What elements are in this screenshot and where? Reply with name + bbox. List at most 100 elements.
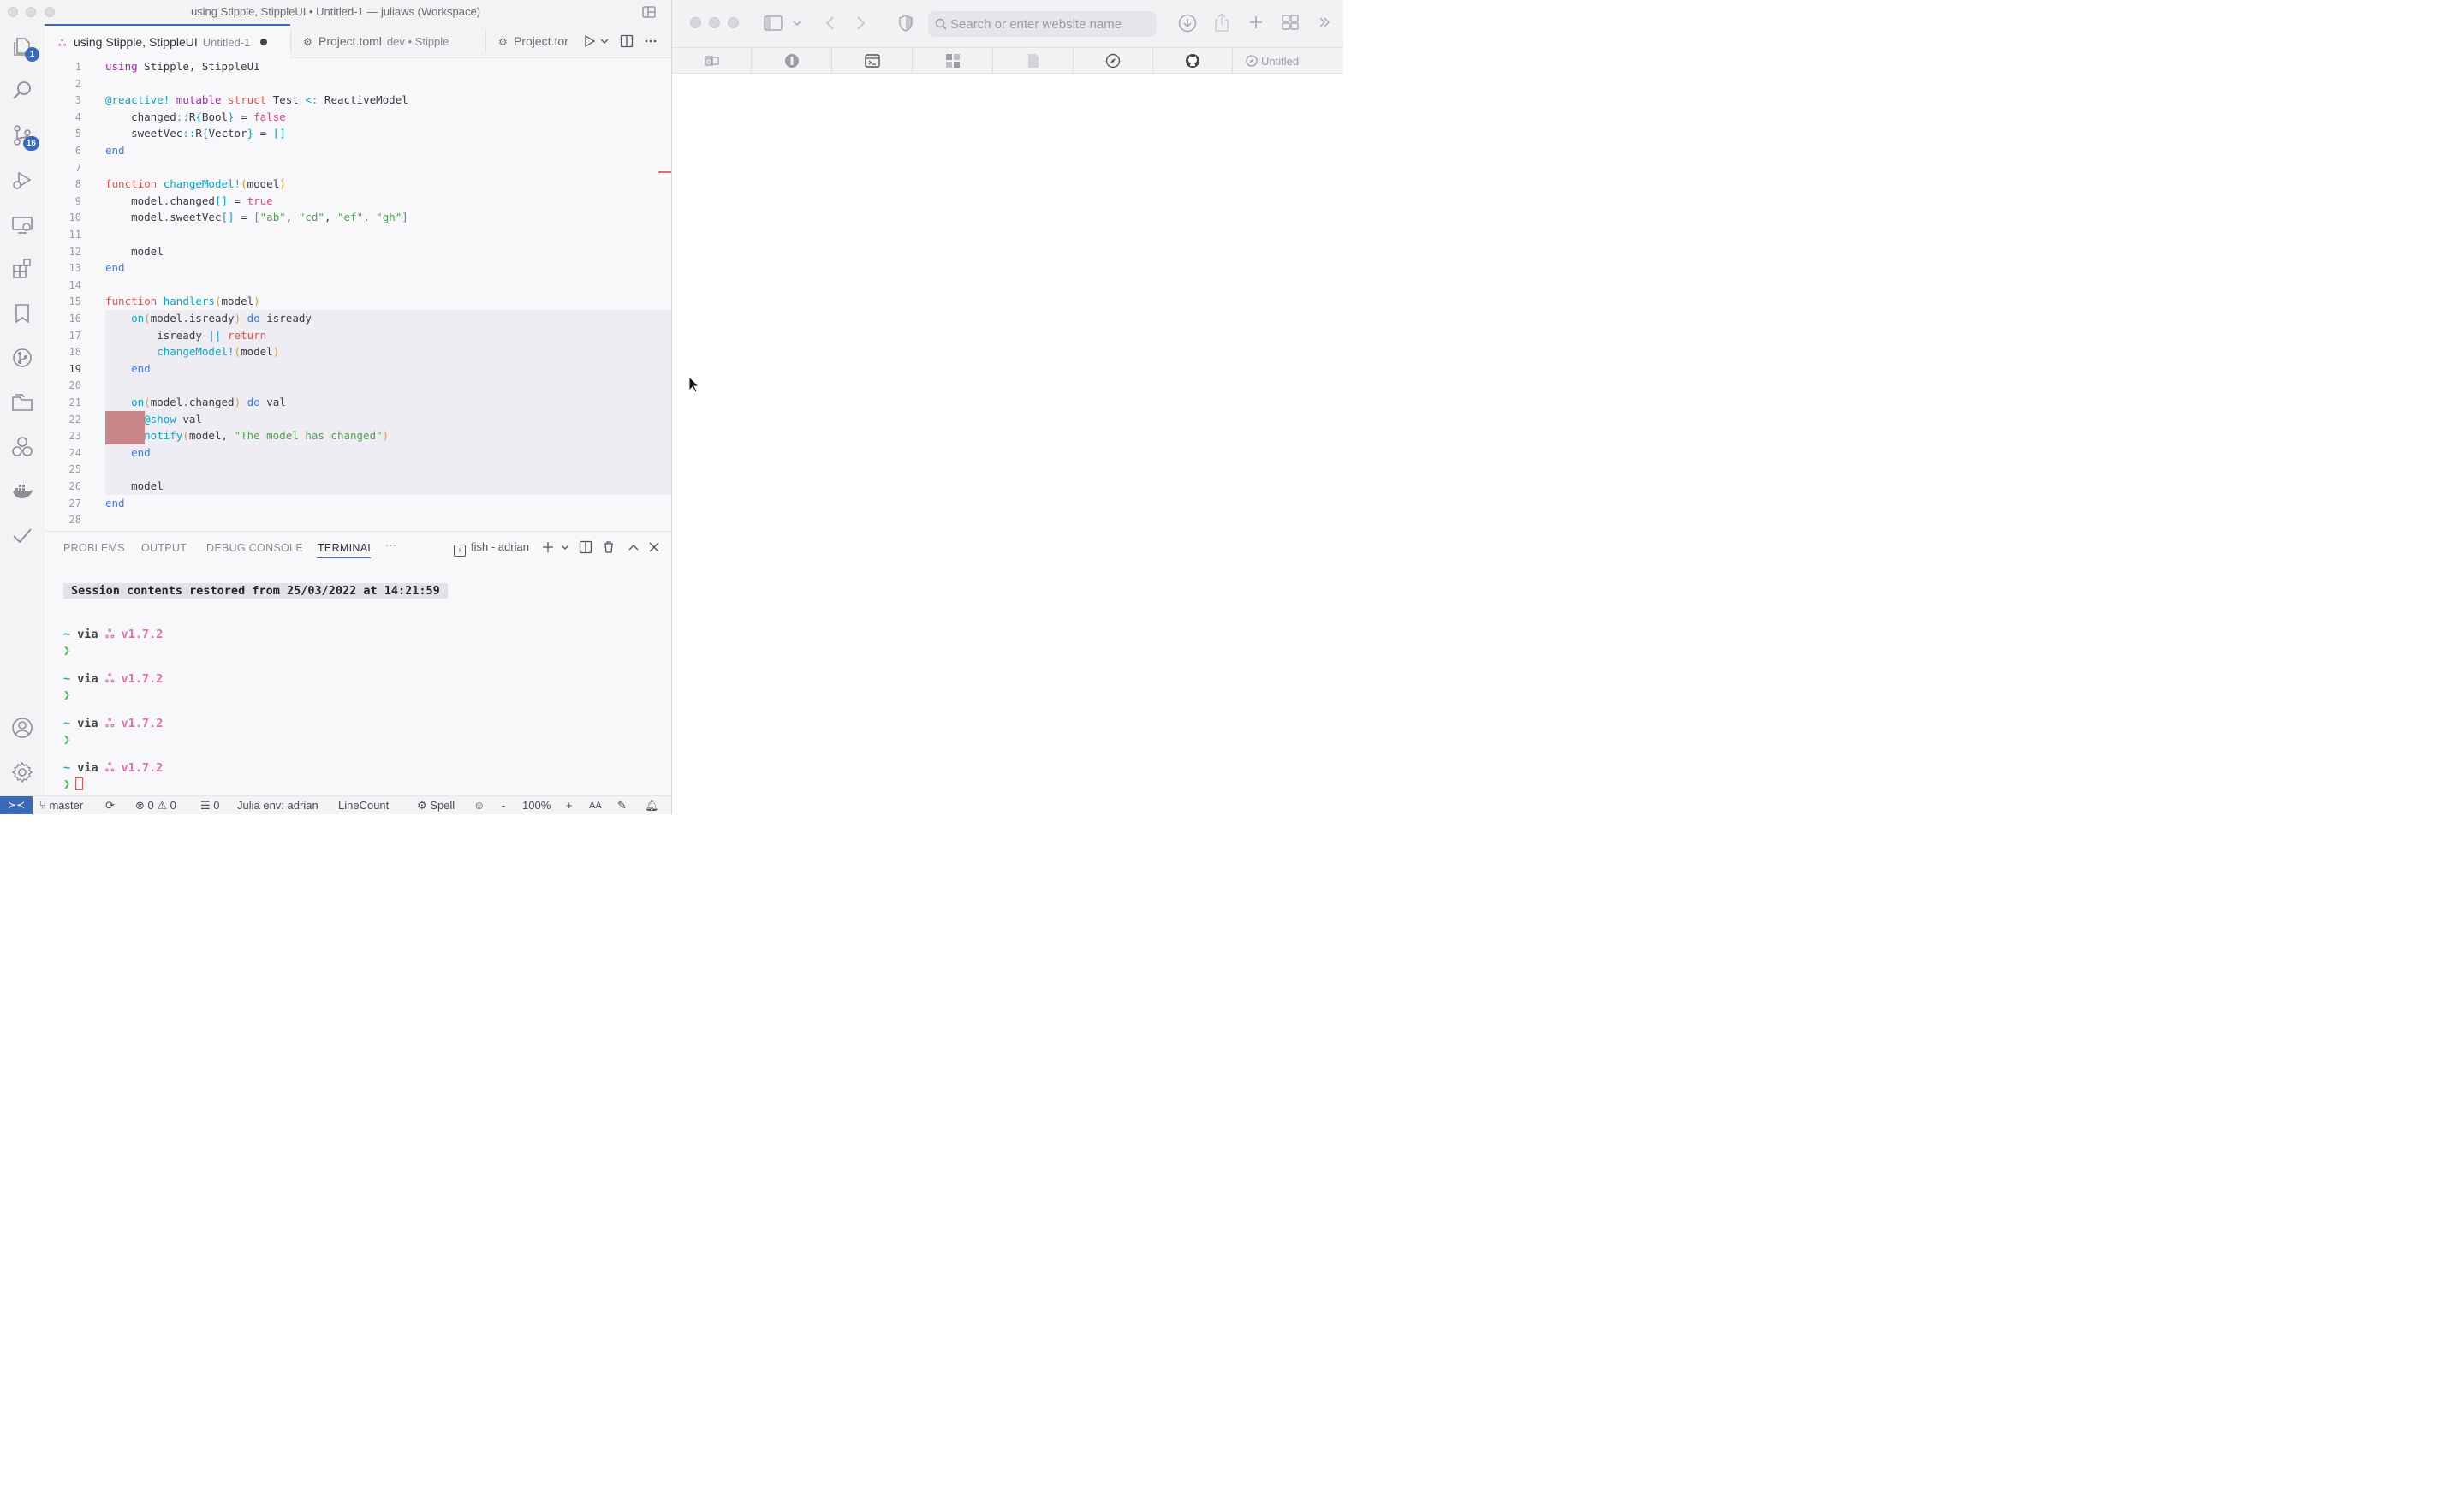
problems-indicator[interactable]: ⊗ 0 ⚠ 0 <box>135 799 176 813</box>
code-line[interactable]: 5 sweetVec::R{Vector} = [] <box>45 126 671 143</box>
tab-output[interactable]: OUTPUT <box>141 542 187 554</box>
forward-icon[interactable] <box>856 15 866 31</box>
favorite-untitled[interactable]: Untitled <box>1233 48 1343 74</box>
julia-icon[interactable] <box>10 435 34 459</box>
favorite-grid-app[interactable] <box>913 48 993 74</box>
run-debug-icon[interactable] <box>10 168 34 192</box>
code-line[interactable]: 23 notify(model, "The model has changed"… <box>45 428 671 445</box>
line-count[interactable]: LineCount <box>338 799 389 812</box>
code-line[interactable]: 22 @show val <box>45 412 671 429</box>
close-panel-icon[interactable] <box>647 540 661 554</box>
code-line[interactable]: 11 <box>45 227 671 244</box>
code-line[interactable]: 3 @reactive! mutable struct Test <: React… <box>45 92 671 110</box>
minimize-window-button[interactable] <box>709 17 720 28</box>
tab-problems[interactable]: PROBLEMS <box>63 542 125 554</box>
code-line[interactable]: 20 <box>45 378 671 395</box>
code-line[interactable]: 15 function handlers(model) <box>45 294 671 311</box>
zoom-out-button[interactable]: - <box>502 799 505 812</box>
terminal-selector[interactable]: › fish - adrian <box>454 540 529 557</box>
feedback-icon[interactable]: ✎ <box>617 799 627 813</box>
branch-indicator[interactable]: ⑂ master <box>39 799 83 812</box>
split-terminal-icon[interactable] <box>579 540 592 554</box>
downloads-icon[interactable] <box>1178 14 1197 33</box>
favorite-console[interactable] <box>832 48 913 74</box>
search-icon[interactable] <box>10 79 34 103</box>
trash-icon[interactable] <box>602 540 616 554</box>
close-window-button[interactable] <box>690 17 701 28</box>
chevron-down-icon[interactable] <box>558 540 569 554</box>
code-line[interactable]: 9 model.changed[] = true <box>45 194 671 211</box>
zoom-in-button[interactable]: + <box>566 799 573 812</box>
code-line[interactable]: 1 using Stipple, StippleUI <box>45 59 671 76</box>
share-icon[interactable] <box>1214 13 1229 32</box>
code-line[interactable]: 12 model <box>45 244 671 261</box>
code-line[interactable]: 6 end <box>45 143 671 160</box>
new-terminal-icon[interactable] <box>541 540 555 554</box>
settings-gear-icon[interactable] <box>10 760 34 784</box>
chevron-down-icon[interactable] <box>793 19 801 27</box>
code-line[interactable]: 26 model <box>45 479 671 496</box>
unsaved-dot-icon[interactable] <box>260 39 268 45</box>
favorite-outlook[interactable]: O <box>672 48 752 74</box>
code-editor[interactable]: 1 using Stipple, StippleUI 2 3 @reactive! mu… <box>45 58 671 529</box>
source-control-icon[interactable]: 16 <box>10 123 39 151</box>
address-input[interactable] <box>950 15 1152 33</box>
code-line[interactable]: 14 <box>45 277 671 295</box>
code-line[interactable]: 25 <box>45 462 671 479</box>
more-toolbar-icon[interactable] <box>1318 16 1330 28</box>
tab-overview-icon[interactable] <box>1282 15 1299 30</box>
privacy-shield-icon[interactable] <box>899 15 913 32</box>
code-line[interactable]: 10 model.sweetVec[] = ["ab", "cd", "ef",… <box>45 210 671 227</box>
url-bar[interactable] <box>928 11 1157 37</box>
info-indicator[interactable]: ☰ 0 <box>200 799 220 813</box>
browser-page-content[interactable] <box>672 74 1343 814</box>
code-line[interactable]: 24 end <box>45 445 671 462</box>
maximize-panel-icon[interactable] <box>627 540 640 554</box>
split-editor-icon[interactable] <box>620 34 634 48</box>
favorite-password-manager[interactable] <box>752 48 832 74</box>
code-line[interactable]: 8 function changeModel!(model) <box>45 176 671 194</box>
favorite-document[interactable] <box>993 48 1074 74</box>
more-actions-icon[interactable] <box>644 34 658 48</box>
tab-untitled-1[interactable]: ஃ using Stipple, StippleUI Untitled-1 <box>45 24 290 58</box>
panel-more-icon[interactable]: ··· <box>385 539 396 551</box>
bookmarks-icon[interactable] <box>10 301 34 325</box>
tab-project-toml[interactable]: ⚙ Project.toml dev • Stipple <box>291 24 485 58</box>
chevron-down-icon[interactable] <box>598 34 609 48</box>
notifications-bell-icon[interactable]: 🔔︎ <box>645 799 659 813</box>
new-tab-icon[interactable] <box>1248 15 1264 30</box>
code-line[interactable]: 19 end <box>45 361 671 378</box>
sync-icon[interactable]: ⟳ <box>105 799 115 813</box>
remote-indicator-icon[interactable]: ≻≺ <box>0 796 33 814</box>
remote-explorer-icon[interactable] <box>10 212 34 236</box>
extensions-icon[interactable] <box>10 257 34 281</box>
zoom-window-button[interactable] <box>728 17 739 28</box>
favorite-github[interactable] <box>1153 48 1233 74</box>
julia-env[interactable]: Julia env: adrian <box>237 799 318 812</box>
tab-terminal[interactable]: TERMINAL <box>318 542 374 554</box>
docker-icon[interactable] <box>10 479 34 503</box>
favorite-safari[interactable] <box>1074 48 1153 74</box>
accounts-icon[interactable] <box>10 716 34 740</box>
code-line[interactable]: 21 on(model.changed) do val <box>45 395 671 412</box>
back-icon[interactable] <box>824 15 835 31</box>
code-line[interactable]: 7 <box>45 160 671 177</box>
testing-icon[interactable] <box>10 524 34 548</box>
font-size-icon[interactable]: AA <box>589 801 602 811</box>
code-line[interactable]: 27 end <box>45 496 671 513</box>
code-line[interactable]: 17 isready || return <box>45 328 671 345</box>
code-line[interactable]: 13 end <box>45 260 671 277</box>
tab-project-toml-2[interactable]: ⚙ Project.tor <box>486 24 575 58</box>
zoom-level[interactable]: 100% <box>522 799 551 812</box>
code-line[interactable]: 4 changed::R{Bool} = false <box>45 110 671 127</box>
code-line[interactable]: 16 on(model.isready) do isready <box>45 311 671 328</box>
sidebar-toggle-icon[interactable] <box>764 15 783 31</box>
copilot-icon[interactable]: ☺ <box>473 799 485 812</box>
code-line[interactable]: 28 <box>45 512 671 529</box>
code-line[interactable]: 18 changeModel!(model) <box>45 344 671 361</box>
project-manager-icon[interactable] <box>10 390 34 414</box>
run-icon[interactable] <box>582 34 596 48</box>
git-graph-icon[interactable] <box>10 346 34 370</box>
spell-indicator[interactable]: ⚙ Spell <box>417 799 455 813</box>
tab-debug-console[interactable]: DEBUG CONSOLE <box>206 542 303 554</box>
